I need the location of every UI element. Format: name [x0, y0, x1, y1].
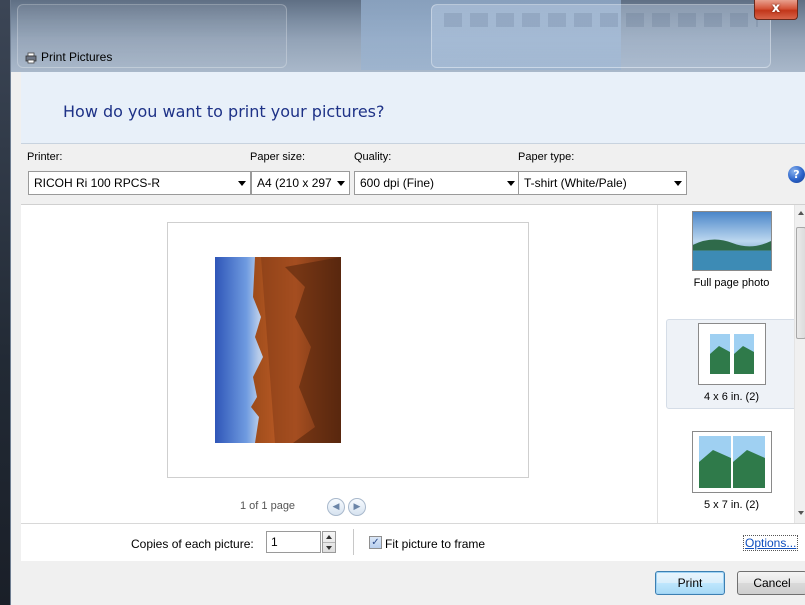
print-pictures-window: x Print Pictures How do you want to prin…: [10, 0, 805, 605]
layout-label: 4 x 6 in. (2): [703, 391, 760, 403]
layout-list: Full page photo 4 x 6 in. (2) 5 x 7 in. …: [657, 205, 805, 524]
copies-bar: Copies of each picture: 1 ✓ Fit picture …: [21, 523, 805, 561]
4x6-thumbnail: [697, 323, 766, 385]
preview-area: 1 of 1 page ◀ ▶ Full page photo 4 x 6 in…: [21, 204, 805, 524]
quality-label: Quality:: [354, 151, 392, 163]
two-photos-icon: [698, 436, 765, 488]
help-icon[interactable]: ?: [788, 166, 805, 183]
chevron-down-icon: [326, 546, 332, 550]
paper-type-select[interactable]: T-shirt (White/Pale): [518, 171, 687, 195]
fit-picture-label[interactable]: Fit picture to frame: [385, 537, 485, 551]
layout-item-5x7[interactable]: 5 x 7 in. (2): [666, 427, 797, 517]
printer-icon: [25, 52, 37, 64]
scroll-up-icon[interactable]: [798, 211, 804, 215]
decrement-button[interactable]: [323, 542, 335, 552]
page-count: 1 of 1 page: [240, 500, 296, 512]
previous-page-button[interactable]: ◀: [327, 498, 345, 516]
5x7-thumbnail: [691, 431, 772, 493]
increment-button[interactable]: [323, 532, 335, 542]
two-photos-icon: [709, 334, 754, 374]
quality-select-value: 600 dpi (Fine): [360, 176, 435, 190]
paper-size-label: Paper size:: [250, 151, 306, 163]
paper-size-select[interactable]: A4 (210 x 297: [251, 171, 350, 195]
cancel-button[interactable]: Cancel: [737, 571, 805, 595]
scrollbar-thumb[interactable]: [796, 227, 805, 339]
layout-item-full-page-photo[interactable]: Full page photo: [666, 211, 797, 301]
printer-select[interactable]: RICOH Ri 100 RPCS-R: [28, 171, 251, 195]
copies-stepper[interactable]: [322, 531, 336, 553]
paper-type-label: Paper type:: [518, 151, 575, 163]
chevron-down-icon: [337, 181, 345, 186]
layout-item-4x6[interactable]: 4 x 6 in. (2): [666, 319, 797, 409]
print-button[interactable]: Print: [655, 571, 725, 595]
chevron-down-icon: [674, 181, 682, 186]
background-window-glass: [431, 4, 771, 68]
options-link[interactable]: Options...: [742, 535, 799, 551]
scroll-down-icon[interactable]: [798, 511, 804, 515]
copies-input[interactable]: 1: [266, 531, 321, 553]
fit-picture-checkbox[interactable]: ✓: [369, 536, 382, 549]
paper-size-select-value: A4 (210 x 297: [257, 176, 332, 190]
chevron-down-icon: [507, 181, 515, 186]
quality-select[interactable]: 600 dpi (Fine): [354, 171, 520, 195]
layout-label: Full page photo: [693, 277, 770, 289]
chevron-down-icon: [238, 181, 246, 186]
photo-preview: [215, 257, 341, 443]
next-page-button[interactable]: ▶: [348, 498, 366, 516]
dialog-footer: Print Cancel: [21, 561, 805, 605]
layout-label: 5 x 7 in. (2): [703, 499, 760, 511]
paper-type-select-value: T-shirt (White/Pale): [524, 176, 627, 190]
window-title: Print Pictures: [41, 50, 113, 64]
divider: [353, 529, 354, 555]
full-page-photo-thumbnail: [691, 211, 772, 271]
page-title: How do you want to print your pictures?: [63, 102, 385, 121]
printer-label: Printer:: [27, 151, 63, 163]
header-band: How do you want to print your pictures?: [21, 72, 805, 144]
printer-select-value: RICOH Ri 100 RPCS-R: [34, 176, 161, 190]
layout-scrollbar[interactable]: [794, 205, 805, 524]
title-bar[interactable]: x Print Pictures: [11, 0, 805, 72]
chevron-up-icon: [326, 535, 332, 539]
copies-label: Copies of each picture:: [131, 537, 254, 551]
close-button[interactable]: x: [754, 0, 798, 20]
